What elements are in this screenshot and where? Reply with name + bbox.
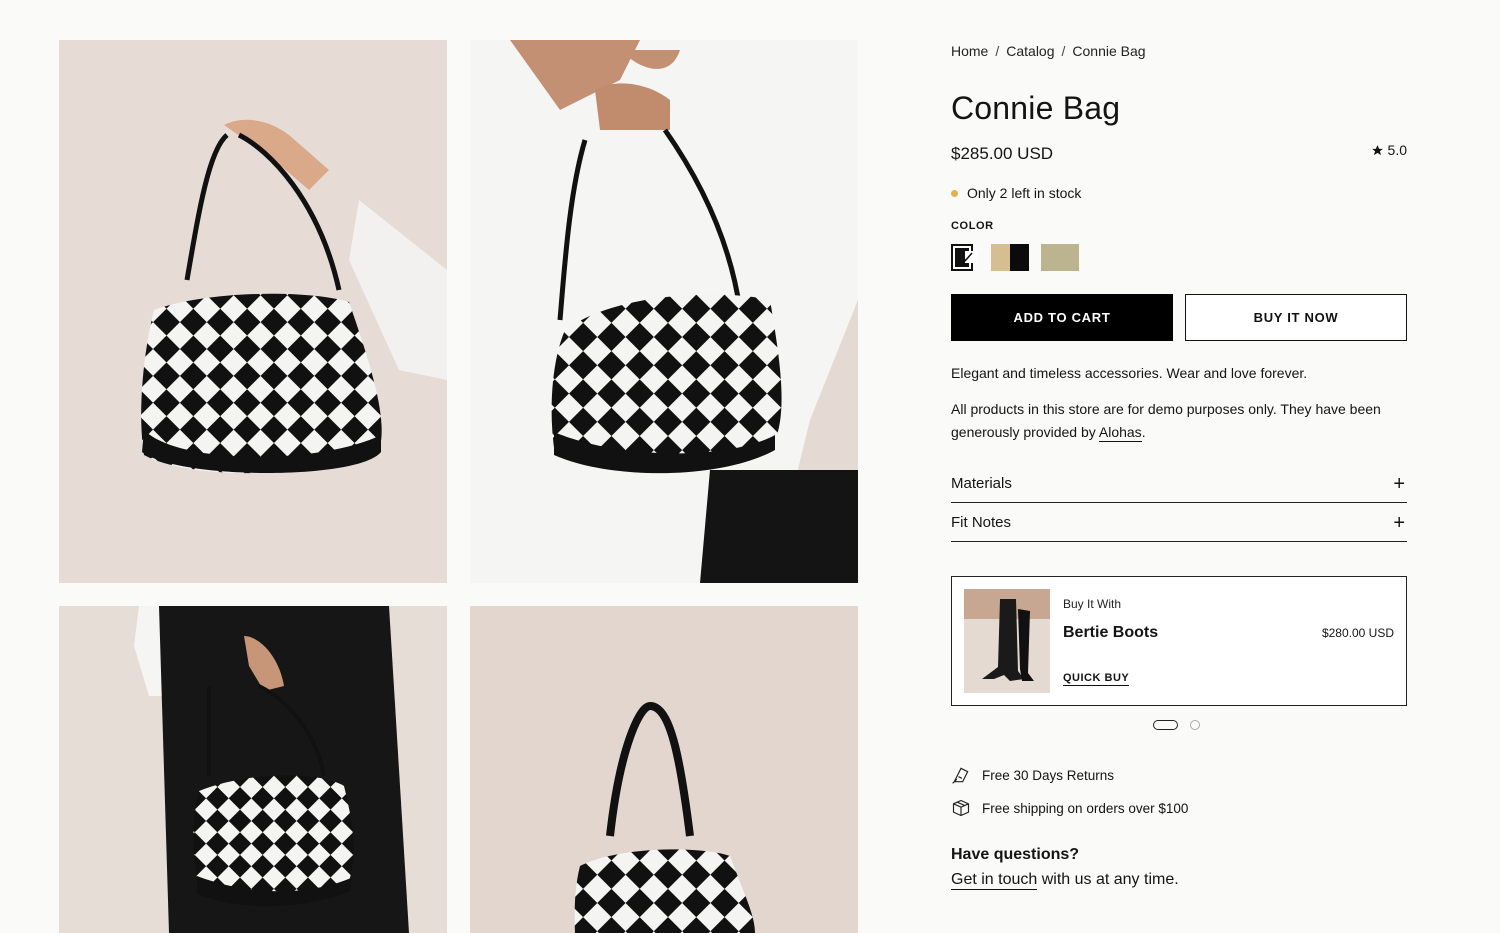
get-in-touch-link[interactable]: Get in touch	[951, 871, 1038, 890]
bag-photo-model	[470, 40, 858, 583]
breadcrumb-separator: /	[1061, 43, 1066, 59]
plus-icon: +	[1393, 511, 1405, 534]
plus-icon: +	[1393, 472, 1405, 495]
product-image-1[interactable]	[59, 40, 447, 583]
stock-text: Only 2 left in stock	[967, 185, 1082, 201]
product-price: $285.00 USD	[951, 144, 1054, 163]
star-icon	[1371, 144, 1383, 155]
upsell-product-name[interactable]: Bertie Boots	[1063, 624, 1158, 642]
feature-label: Free shipping on orders over $100	[982, 800, 1189, 816]
breadcrumb-separator: /	[995, 43, 1000, 59]
product-title: Connie Bag	[951, 90, 1121, 126]
breadcrumb-current: Connie Bag	[1072, 43, 1146, 59]
product-rating[interactable]: 5.0	[1371, 142, 1407, 158]
add-to-cart-button[interactable]: ADD TO CART	[951, 294, 1173, 341]
bag-photo-front	[59, 40, 447, 583]
questions-suffix: with us at any time.	[1037, 871, 1179, 888]
upsell-label: Buy It With	[1063, 597, 1122, 611]
stock-status: Only 2 left in stock	[951, 185, 1081, 201]
product-image-4[interactable]	[470, 606, 858, 933]
upsell-price: $280.00 USD	[1321, 626, 1394, 640]
upsell-product-image[interactable]	[964, 589, 1050, 693]
feature-returns: Free 30 Days Returns	[951, 765, 1114, 785]
swatch-black-white[interactable]	[951, 244, 977, 271]
color-swatches	[951, 244, 1079, 271]
breadcrumb: Home / Catalog / Connie Bag	[951, 43, 1146, 59]
carousel-pagination	[1153, 720, 1200, 730]
box-icon	[952, 799, 970, 817]
swatch-beige-black[interactable]	[991, 244, 1029, 271]
carousel-dot-active[interactable]	[1153, 720, 1178, 730]
swatch-olive[interactable]	[1041, 244, 1079, 271]
carousel-dot[interactable]	[1190, 720, 1200, 730]
buy-it-with-card: Buy It With Bertie Boots $280.00 USD QUI…	[951, 576, 1407, 706]
accordion-label: Materials	[951, 475, 1012, 492]
rating-value: 5.0	[1387, 142, 1407, 158]
purchase-buttons: ADD TO CART BUY IT NOW	[951, 294, 1407, 341]
accordion-fit-notes[interactable]: Fit Notes +	[951, 504, 1407, 542]
breadcrumb-catalog[interactable]: Catalog	[1006, 43, 1054, 59]
check-icon	[961, 252, 973, 262]
questions-title: Have questions?	[951, 846, 1080, 863]
product-description: Elegant and timeless accessories. Wear a…	[951, 365, 1308, 381]
demo-notice: All products in this store are for demo …	[951, 398, 1407, 444]
product-image-2[interactable]	[470, 40, 858, 583]
accordion-label: Fit Notes	[951, 514, 1012, 531]
alohas-link[interactable]: Alohas	[1098, 424, 1142, 442]
boots-photo	[964, 589, 1050, 693]
questions-line: Get in touch with us at any time.	[951, 871, 1179, 890]
buy-it-now-button[interactable]: BUY IT NOW	[1185, 294, 1407, 341]
return-tag-icon	[952, 767, 969, 784]
demo-notice-text: All products in this store are for demo …	[951, 401, 1381, 440]
breadcrumb-home[interactable]: Home	[951, 43, 988, 59]
quick-buy-button[interactable]: QUICK BUY	[1063, 672, 1130, 686]
bag-photo-detail	[470, 606, 858, 933]
stock-dot-icon	[951, 189, 958, 197]
product-image-3[interactable]	[59, 606, 447, 933]
color-label: COLOR	[951, 220, 994, 232]
feature-shipping: Free shipping on orders over $100	[951, 798, 1188, 818]
accordion-materials[interactable]: Materials +	[951, 465, 1407, 503]
demo-notice-end: .	[1141, 424, 1146, 440]
feature-label: Free 30 Days Returns	[982, 767, 1115, 783]
bag-photo-side	[59, 606, 447, 933]
